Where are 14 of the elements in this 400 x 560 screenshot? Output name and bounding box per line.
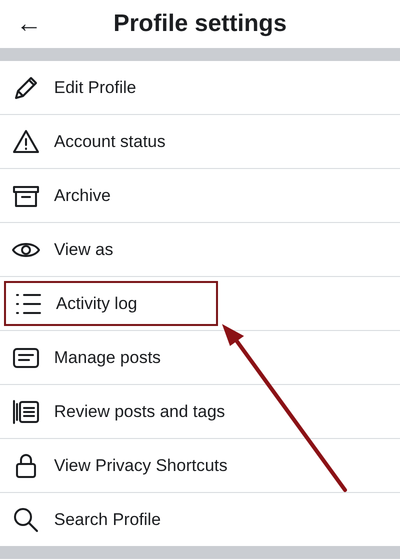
- menu-item[interactable]: Edit Profile: [0, 61, 400, 114]
- back-button[interactable]: ←: [16, 8, 42, 39]
- menu-item[interactable]: Manage posts: [0, 331, 400, 384]
- menu-item[interactable]: View as: [0, 223, 400, 276]
- review-icon: [12, 398, 40, 426]
- menu-item[interactable]: View Privacy Shortcuts: [0, 439, 400, 492]
- menu-item[interactable]: Review posts and tags: [0, 385, 400, 438]
- warning-icon: [12, 128, 40, 156]
- page-title: Profile settings: [113, 10, 287, 38]
- menu-item[interactable]: Activity log: [4, 281, 218, 326]
- menu-item[interactable]: Account status: [0, 115, 400, 168]
- menu-item[interactable]: Search Profile: [0, 493, 400, 546]
- search-icon: [12, 506, 40, 534]
- menu-item[interactable]: Archive: [0, 169, 400, 222]
